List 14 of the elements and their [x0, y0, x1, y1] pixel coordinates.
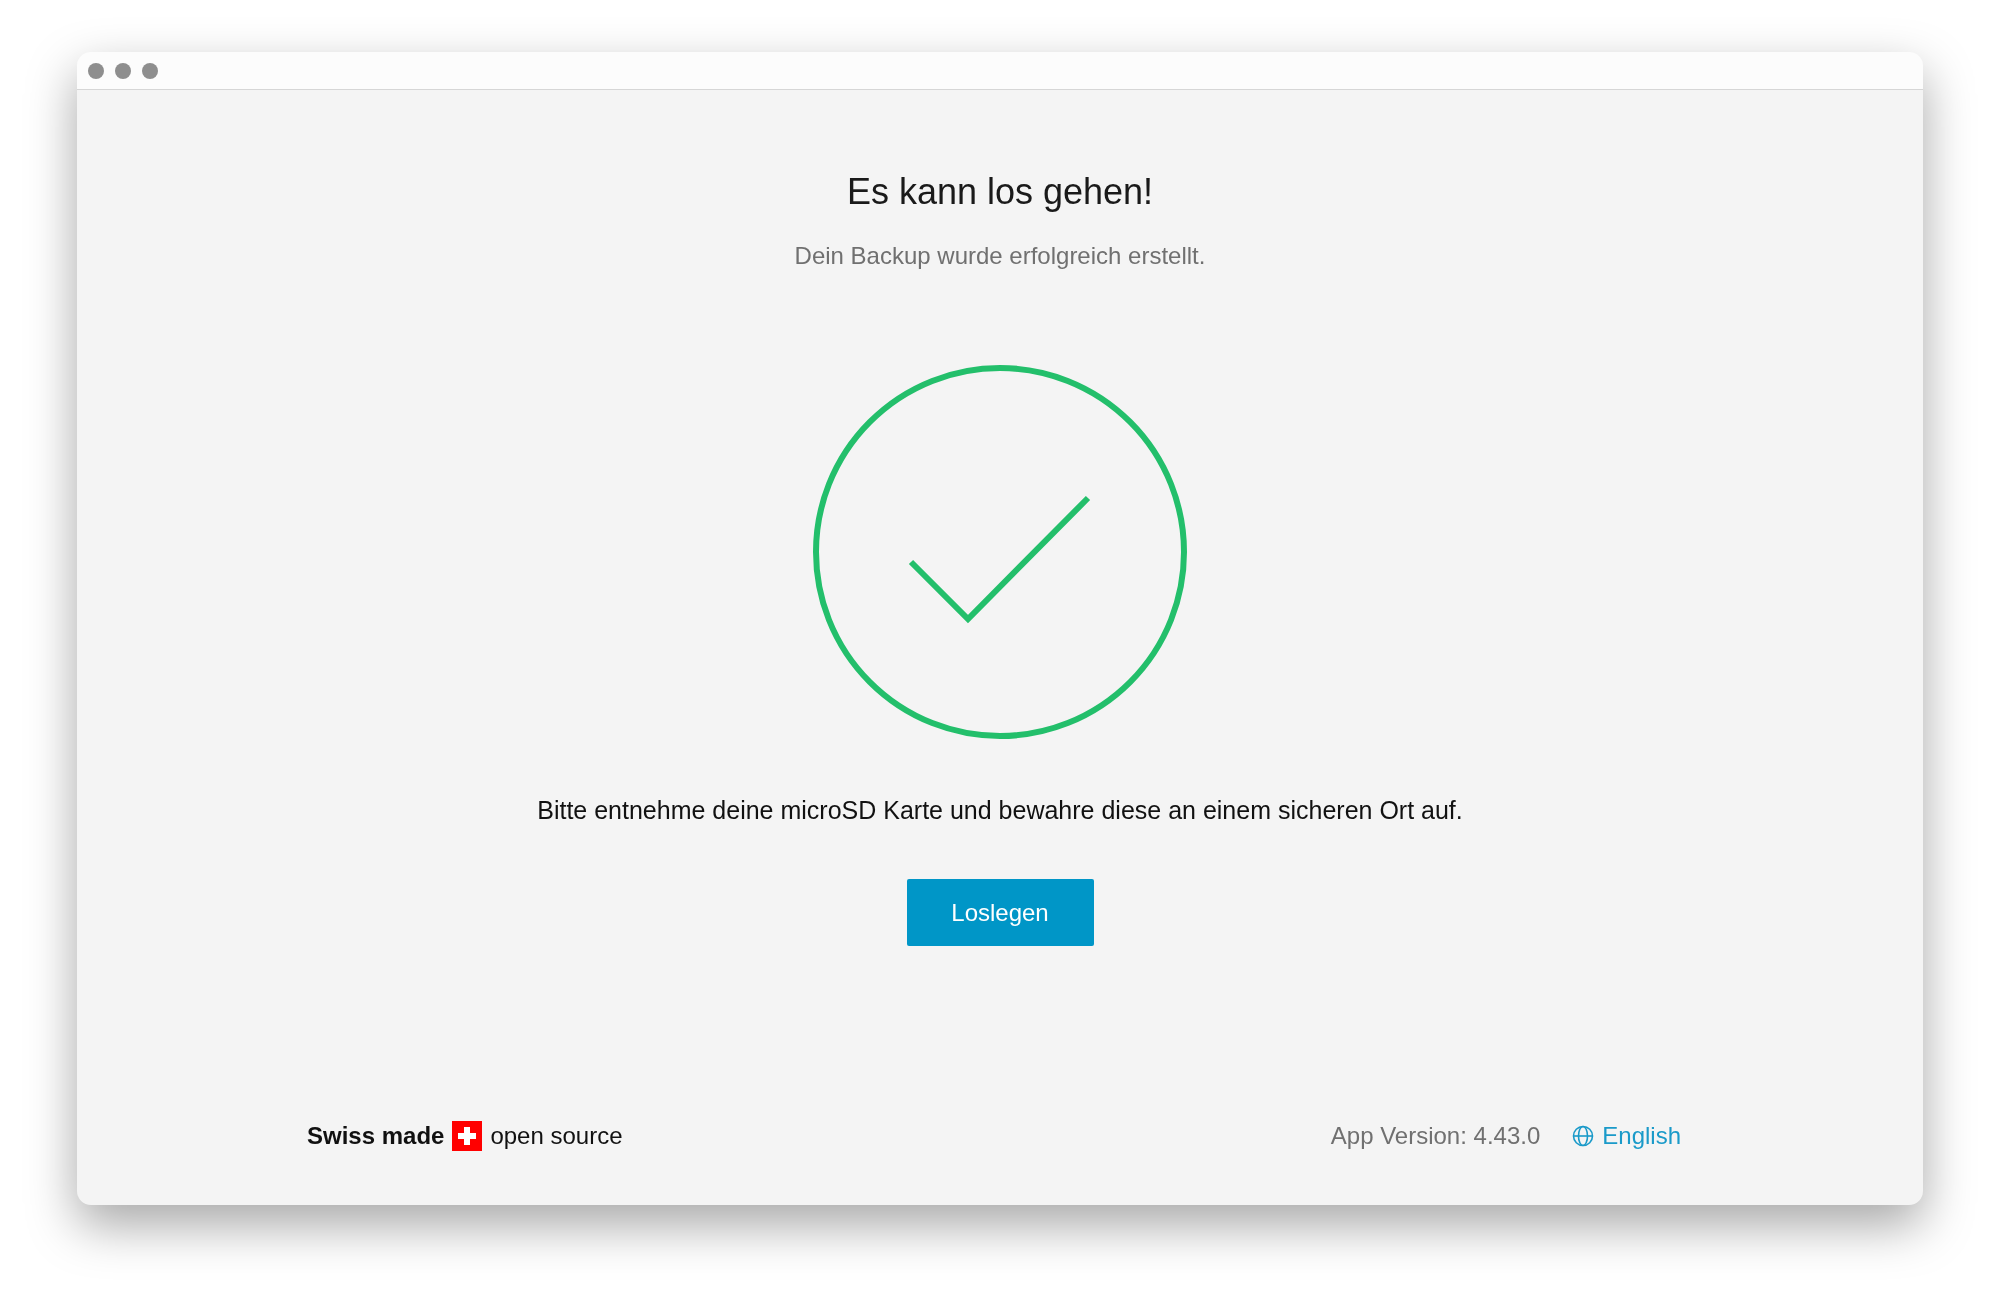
start-button[interactable]: Loslegen — [906, 879, 1094, 946]
success-check-icon — [812, 364, 1188, 740]
globe-icon — [1572, 1125, 1595, 1147]
instruction-text: Bitte entnehme deine microSD Karte und bewahre diese an einem sicheren Ort auf. — [537, 795, 1463, 826]
window-control[interactable] — [115, 62, 131, 79]
window-control[interactable] — [142, 62, 158, 79]
subtitle: Dein Backup wurde erfolgreich erstellt. — [794, 241, 1206, 271]
window-control[interactable] — [88, 62, 104, 79]
language-link[interactable]: English — [1572, 1118, 1681, 1154]
page-title: Es kann los gehen! — [846, 170, 1154, 214]
app-version: App Version: 4.43.0 — [1330, 1121, 1541, 1151]
open-source-text: open source — [490, 1121, 623, 1151]
brand-text: Swiss made — [307, 1121, 445, 1151]
swiss-flag-icon — [452, 1121, 483, 1151]
